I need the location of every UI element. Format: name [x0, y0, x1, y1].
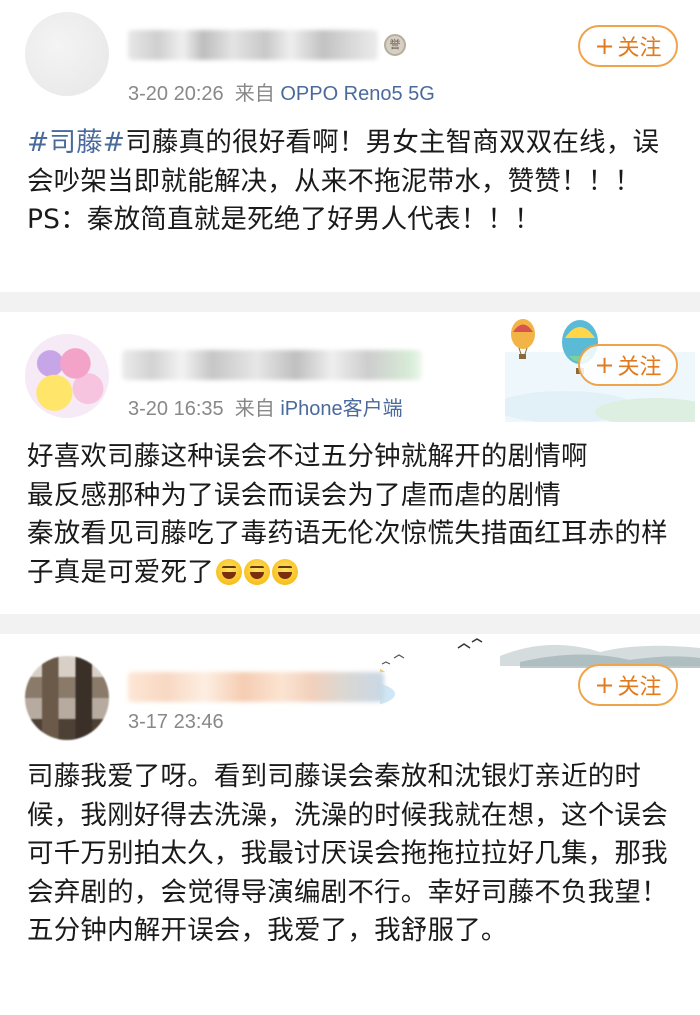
source-prefix: 来自 [234, 398, 275, 420]
post-time: 3-20 20:26 [128, 83, 224, 105]
username-blurred[interactable] [128, 30, 378, 60]
post-meta: 3-17 23:46 [128, 711, 224, 734]
username-blurred[interactable] [128, 672, 384, 702]
laughing-emoji-icon [271, 558, 298, 585]
follow-button[interactable]: + 关注 [578, 664, 678, 706]
avatar[interactable] [25, 334, 109, 418]
post-content: 好喜欢司藤这种误会不过五分钟就解开的剧情啊 最反感那种为了误会而误会为了虐而虐的… [27, 438, 677, 592]
medal-icon: 誉 [384, 34, 406, 56]
follow-button[interactable]: + 关注 [578, 344, 678, 386]
post-3: 3-17 23:46 + 关注 司藤我爱了呀。看到司藤误会秦放和沈银灯亲近的时候，… [0, 634, 700, 1015]
post-content: 司藤我爱了呀。看到司藤误会秦放和沈银灯亲近的时候，我刚好得去洗澡，洗澡的时候我就… [27, 758, 677, 951]
plus-icon: + [594, 351, 615, 379]
plus-icon: + [594, 671, 615, 699]
follow-button[interactable]: + 关注 [578, 25, 678, 67]
device-source: iPhone客户端 [280, 398, 403, 420]
avatar[interactable] [25, 12, 109, 96]
laughing-emoji-icon [243, 558, 270, 585]
laughing-emoji-icon [215, 558, 242, 585]
post-text: 司藤我爱了呀。看到司藤误会秦放和沈银灯亲近的时候，我刚好得去洗澡，洗澡的时候我就… [27, 761, 668, 946]
post-time: 3-20 16:35 [128, 398, 224, 420]
post-meta: 3-20 20:26 来自 OPPO Reno5 5G [128, 77, 435, 106]
post-line-3: 秦放看见司藤吃了毒药语无伦次惊慌失措面红耳赤的样子真是可爱死了 [27, 518, 668, 588]
plus-icon: + [594, 32, 615, 60]
source-prefix: 来自 [234, 83, 275, 105]
post-line-2: 最反感那种为了误会而误会为了虐而虐的剧情 [27, 479, 561, 511]
device-source: OPPO Reno5 5G [280, 83, 435, 105]
avatar[interactable] [25, 656, 109, 740]
hashtag-link[interactable]: #司藤# [27, 127, 125, 158]
post-line-1: 好喜欢司藤这种误会不过五分钟就解开的剧情啊 [27, 441, 588, 472]
post-time: 3-17 23:46 [128, 711, 224, 733]
post-meta: 3-20 16:35 来自 iPhone客户端 [128, 392, 403, 421]
post-1: 誉 3-20 20:26 来自 OPPO Reno5 5G + 关注 #司藤#司藤… [0, 0, 700, 292]
post-2: 3-20 16:35 来自 iPhone客户端 + 关注 好喜欢司藤这种误会不过五… [0, 312, 700, 614]
post-content: #司藤#司藤真的很好看啊！男女主智商双双在线，误会吵架当即就能解决，从来不拖泥带… [27, 124, 677, 240]
username-blurred[interactable] [122, 350, 422, 380]
